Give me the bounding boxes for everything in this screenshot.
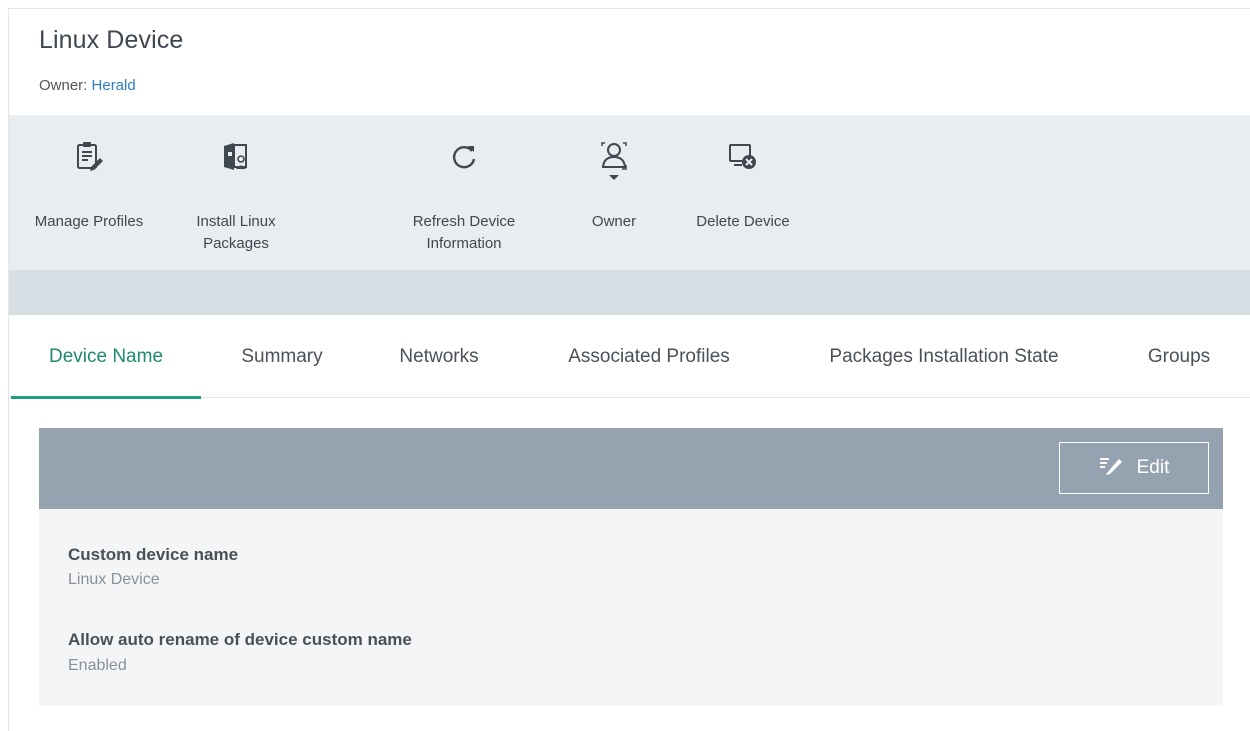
refresh-icon [449, 140, 479, 174]
package-install-icon [221, 140, 251, 174]
device-details-page: Linux Device Owner: Herald Manage Profil… [8, 8, 1250, 731]
panel-header: Edit [39, 428, 1223, 509]
tab-device-name[interactable]: Device Name [11, 315, 201, 399]
owner-dropdown-button[interactable]: Owner [544, 115, 684, 270]
tab-associated-profiles[interactable]: Associated Profiles [539, 315, 759, 398]
tab-networks[interactable]: Networks [379, 315, 499, 398]
owner-line: Owner: Herald [39, 77, 136, 94]
device-name-panel: Edit Custom device name Linux Device All… [39, 428, 1223, 706]
delete-device-label: Delete Device [696, 213, 790, 230]
install-linux-packages-label: Install Linux Packages [196, 213, 276, 252]
action-toolbar: Manage Profiles Install Linux Packages R… [9, 115, 1250, 270]
edit-pencil-icon [1099, 455, 1123, 481]
tab-packages-installation-state[interactable]: Packages Installation State [799, 315, 1089, 398]
page-header: Linux Device Owner: Herald [9, 9, 1250, 115]
owner-label: Owner [591, 213, 637, 230]
install-linux-packages-button[interactable]: Install Linux Packages [166, 115, 306, 270]
delete-device-button[interactable]: Delete Device [673, 115, 813, 270]
owner-prefix: Owner: [39, 77, 92, 94]
device-tabs: Device Name Summary Networks Associated … [9, 315, 1250, 399]
auto-rename-value: Enabled [68, 657, 127, 674]
manage-profiles-label: Manage Profiles [34, 213, 144, 230]
owner-link[interactable]: Herald [92, 77, 136, 94]
tab-summary[interactable]: Summary [217, 315, 347, 398]
auto-rename-label: Allow auto rename of device custom name [68, 630, 412, 649]
custom-device-name-label: Custom device name [68, 545, 239, 564]
toolbar-divider-strip [9, 270, 1250, 315]
manage-profiles-button[interactable]: Manage Profiles [19, 115, 159, 270]
edit-button[interactable]: Edit [1059, 442, 1209, 494]
custom-device-name-value: Linux Device [68, 571, 160, 588]
tab-groups[interactable]: Groups [1129, 315, 1229, 398]
page-title: Linux Device [39, 26, 184, 54]
device-delete-icon [728, 140, 758, 174]
user-dropdown-icon [599, 140, 629, 190]
refresh-device-information-label: Refresh Device Information [412, 213, 516, 252]
clipboard-edit-icon [74, 140, 104, 174]
edit-label: Edit [1136, 457, 1170, 478]
refresh-device-information-button[interactable]: Refresh Device Information [394, 115, 534, 270]
